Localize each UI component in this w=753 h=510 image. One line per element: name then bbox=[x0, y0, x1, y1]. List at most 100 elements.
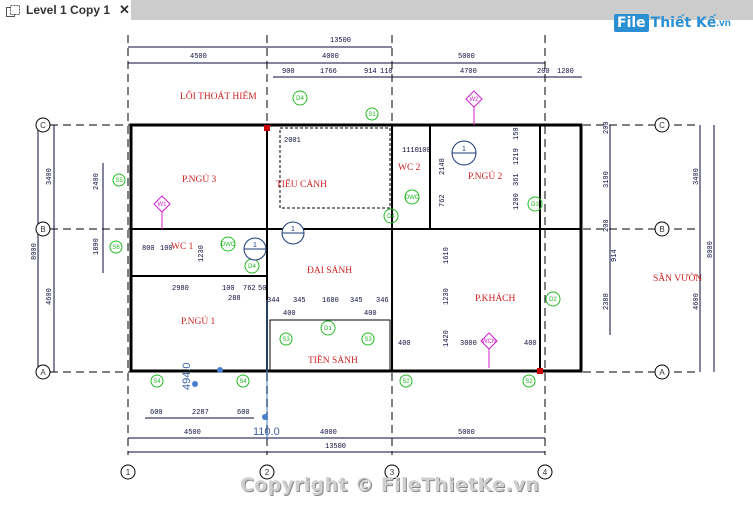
dim-hall: 345 bbox=[293, 297, 306, 305]
window-tag: S5 bbox=[112, 173, 126, 187]
grid-bubble-1: 1 bbox=[120, 464, 136, 480]
dim-top-detail: 1766 bbox=[320, 68, 337, 76]
copyright-watermark: Copyright © FileThietKe.vn bbox=[240, 474, 540, 496]
window-tag: S2 bbox=[522, 374, 536, 388]
section-mark: 1 bbox=[281, 221, 305, 245]
dim-left-window: 1890 bbox=[93, 238, 101, 255]
dim-left-window: 2400 bbox=[93, 173, 101, 190]
red-marker bbox=[264, 125, 270, 131]
dim-bottom-bay-2: 4000 bbox=[320, 429, 337, 437]
dimension-labels: 13500 4500 4000 5000 900 1766 914 110 47… bbox=[31, 37, 715, 451]
svg-text:S5: S5 bbox=[115, 178, 123, 184]
dim-bed1: 50 bbox=[258, 285, 266, 293]
floor-plan-canvas[interactable]: 13500 4500 4000 5000 900 1766 914 110 47… bbox=[0, 20, 753, 510]
dim-wc2: 100 bbox=[418, 147, 431, 155]
room-living: P.KHÁCH bbox=[475, 292, 516, 304]
room-bed2: P.NGỦ 2 bbox=[468, 170, 503, 182]
dim-bed1: 762 bbox=[243, 285, 256, 293]
tab-title: Level 1 Copy 1 bbox=[26, 3, 111, 17]
dim-top-detail: 110 bbox=[380, 68, 393, 76]
room-bed1: P.NGỦ 1 bbox=[181, 315, 216, 327]
svg-text:W2: W2 bbox=[470, 97, 480, 103]
svg-text:S1: S1 bbox=[368, 112, 376, 118]
dim-living: 3000 bbox=[460, 340, 477, 348]
svg-text:A: A bbox=[659, 368, 665, 377]
dim-bottom-bay-1: 4500 bbox=[184, 429, 201, 437]
svg-text:D3: D3 bbox=[531, 202, 539, 208]
dim-left-bay: 3400 bbox=[46, 168, 54, 185]
wall-tag-wcn: WCN bbox=[480, 332, 498, 368]
dim-top-detail: 200 bbox=[537, 68, 550, 76]
dim-right-bay: 4600 bbox=[693, 293, 701, 310]
wall-tag-w2: W2 bbox=[465, 90, 483, 125]
dim-right-detail: 2388 bbox=[603, 293, 611, 310]
dim-wc1: 800 bbox=[142, 245, 155, 253]
dim-wc1: 1230 bbox=[198, 245, 206, 262]
svg-text:S2: S2 bbox=[402, 379, 410, 385]
grid-bubble-4: 4 bbox=[537, 464, 553, 480]
window-tag: S1 bbox=[365, 107, 379, 121]
svg-text:S3: S3 bbox=[282, 337, 290, 343]
dim-bed1: 2980 bbox=[172, 285, 189, 293]
floor-plan-view-icon bbox=[6, 4, 20, 17]
svg-text:B: B bbox=[659, 225, 664, 234]
dim-bottom-detail: 2287 bbox=[192, 409, 209, 417]
dim-top-bay-2: 4000 bbox=[322, 53, 339, 61]
door-tag: D2 bbox=[545, 291, 561, 307]
dim-hall: 400 bbox=[364, 310, 377, 318]
door-tag: D4 bbox=[244, 258, 260, 274]
section-mark: 1 bbox=[451, 140, 477, 166]
room-bed3: P.NGỦ 3 bbox=[182, 173, 217, 185]
dim-right-detail: 3100 bbox=[603, 171, 611, 188]
window-tag: S3 bbox=[361, 332, 375, 346]
dim-stair: 2001 bbox=[284, 137, 301, 145]
red-marker bbox=[537, 368, 543, 374]
grid-bubble-A-right: A bbox=[654, 364, 670, 380]
close-icon[interactable]: ✕ bbox=[119, 2, 130, 18]
dim-right-bay: 3400 bbox=[693, 168, 701, 185]
svg-text:DWC: DWC bbox=[405, 195, 420, 201]
svg-text:S4: S4 bbox=[239, 379, 247, 385]
room-courtyard: TIỂU CẢNH bbox=[276, 177, 327, 190]
temp-dim-vertical: 494.0 bbox=[181, 362, 193, 390]
svg-text:S6: S6 bbox=[112, 245, 120, 251]
dim-wc2: 762 bbox=[439, 194, 447, 207]
temp-dim-horizontal: 110.0 bbox=[253, 426, 280, 438]
dim-wc2: 2148 bbox=[439, 158, 447, 175]
door-tag: D1 bbox=[320, 320, 336, 336]
dim-top-bay-1: 4500 bbox=[190, 53, 207, 61]
dim-living: 1230 bbox=[443, 288, 451, 305]
dim-bed2: 361 bbox=[513, 173, 521, 186]
dim-bottom-total: 13500 bbox=[325, 443, 346, 451]
window-tag: S2 bbox=[399, 374, 413, 388]
svg-text:D2: D2 bbox=[549, 297, 557, 303]
grid-bubble-C-right: C bbox=[654, 117, 670, 133]
dim-wc2: 1110 bbox=[402, 147, 419, 155]
dim-left-total: 8000 bbox=[31, 243, 39, 260]
dim-right-detail: 200 bbox=[603, 121, 611, 134]
view-tab[interactable]: Level 1 Copy 1 ✕ bbox=[0, 0, 131, 20]
room-garden: SÂN VƯỜN bbox=[653, 272, 702, 284]
door-tag: D4 bbox=[292, 90, 308, 106]
room-wc2: WC 2 bbox=[398, 163, 421, 173]
dim-bed1: 100 bbox=[222, 285, 235, 293]
svg-text:S4: S4 bbox=[153, 379, 161, 385]
dim-bed1: 288 bbox=[228, 295, 241, 303]
window-tag: S3 bbox=[279, 332, 293, 346]
room-hall: ĐẠI SẢNH bbox=[307, 264, 352, 276]
svg-text:1: 1 bbox=[291, 226, 295, 233]
grid-bubble-B-right: B bbox=[654, 221, 670, 237]
window-tag: S4 bbox=[150, 374, 164, 388]
dim-bed2: 1219 bbox=[513, 148, 521, 165]
svg-text:A: A bbox=[40, 368, 46, 377]
svg-text:S3: S3 bbox=[364, 337, 372, 343]
window-tag: S6 bbox=[109, 240, 123, 254]
svg-text:W1: W1 bbox=[158, 202, 168, 208]
dim-bottom-bay-3: 5000 bbox=[458, 429, 475, 437]
dim-living: 1610 bbox=[443, 247, 451, 264]
grid-bubble-C-left: C bbox=[35, 117, 51, 133]
dim-bottom-detail: 600 bbox=[237, 409, 250, 417]
dim-right-detail: 914 bbox=[611, 249, 619, 262]
dim-top-detail: 4700 bbox=[460, 68, 477, 76]
svg-text:D4: D4 bbox=[387, 214, 395, 220]
